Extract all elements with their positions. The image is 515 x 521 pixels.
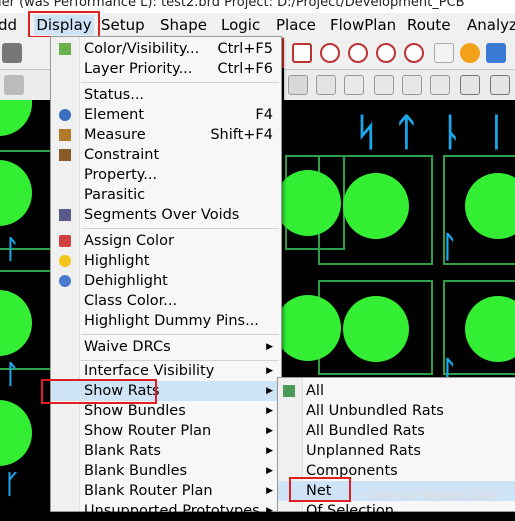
segments-icon [59, 209, 71, 221]
menu-item-parasitic[interactable]: Parasitic [51, 185, 281, 205]
silkscreen-mark: ᛚ [440, 230, 458, 265]
menu-setup[interactable]: Setup [101, 15, 145, 35]
pad [275, 295, 341, 361]
measure-icon [59, 129, 71, 141]
menu-analyze[interactable]: Analyze [467, 15, 515, 35]
redraw-icon[interactable] [434, 43, 454, 63]
text-icon[interactable] [402, 75, 422, 95]
menu-shape[interactable]: Shape [160, 15, 207, 35]
toolbar2-right [284, 70, 515, 101]
rats-all-icon [283, 385, 295, 397]
shape-icon[interactable] [288, 75, 308, 95]
route-icon[interactable] [374, 75, 394, 95]
menu-item-show-bundles[interactable]: Show Bundles ▶ [51, 401, 281, 421]
menu-item-status[interactable]: Status... [51, 85, 281, 105]
window-title: ler (was Performance L): test2.brd Proje… [0, 0, 465, 10]
menu-item-interface-visibility[interactable]: Interface Visibility ▶ [51, 361, 281, 381]
menu-item-class-color[interactable]: Class Color... [51, 291, 281, 311]
zoom-out-icon[interactable] [348, 43, 368, 63]
toolbar-left [0, 37, 50, 95]
element-info-icon [59, 109, 71, 121]
silkscreen-mark: ᚿ [440, 110, 463, 154]
submenu-arrow-icon: ▶ [266, 446, 273, 456]
submenu-item-all-bundled-rats[interactable]: All Bundled Rats [278, 421, 515, 441]
zoom-in-icon[interactable] [320, 43, 340, 63]
toolbar-arrow-icon[interactable] [2, 43, 22, 63]
menu-item-waive-drcs[interactable]: Waive DRCs ▶ [51, 337, 281, 357]
toolbar2-left [0, 70, 50, 101]
menu-item-assign-color[interactable]: Assign Color [51, 231, 281, 251]
submenu-arrow-icon: ▶ [266, 342, 273, 352]
constraint-icon [59, 149, 71, 161]
submenu-arrow-icon: ▶ [266, 406, 273, 416]
silkscreen-mark: ᛋ [355, 110, 378, 154]
menu-separator [81, 334, 279, 335]
menu-item-measure[interactable]: Measure Shift+F4 [51, 125, 281, 145]
via-icon[interactable] [344, 75, 364, 95]
submenu-item-all[interactable]: All [278, 381, 515, 401]
menu-item-layer-priority[interactable]: Layer Priority... Ctrl+F6 [51, 59, 281, 79]
menu-item-property[interactable]: Property... [51, 165, 281, 185]
menu-item-highlight-dummy-pins[interactable]: Highlight Dummy Pins... [51, 311, 281, 331]
menu-item-blank-router-plan[interactable]: Blank Router Plan ▶ [51, 481, 281, 501]
watermark: CSDN @守候鲸鱼开发团队 [366, 489, 500, 502]
toolbar-zoom [284, 37, 515, 70]
menu-item-dehighlight[interactable]: Dehighlight [51, 271, 281, 291]
menu-item-color-visibility[interactable]: Color/Visibility... Ctrl+F5 [51, 39, 281, 59]
measure-tool-icon[interactable] [490, 75, 510, 95]
menu-item-blank-rats[interactable]: Blank Rats ▶ [51, 441, 281, 461]
toolbar2-select-icon[interactable] [4, 75, 24, 95]
menu-item-element[interactable]: Element F4 [51, 105, 281, 125]
3d-view-icon[interactable] [486, 43, 506, 63]
pad [275, 170, 341, 236]
silkscreen-mark: ᛚ [4, 235, 20, 265]
pad [0, 100, 32, 136]
submenu-arrow-icon: ▶ [266, 466, 273, 476]
zoom-center-icon[interactable] [404, 43, 424, 63]
display-menu: Color/Visibility... Ctrl+F5 Layer Priori… [50, 36, 282, 519]
menu-item-blank-bundles[interactable]: Blank Bundles ▶ [51, 461, 281, 481]
color-grid-icon [59, 43, 71, 55]
menu-logic[interactable]: Logic [221, 15, 260, 35]
submenu-arrow-icon: ▶ [266, 506, 273, 516]
zoom-fit-icon[interactable] [292, 43, 312, 63]
menu-item-show-router-plan[interactable]: Show Router Plan ▶ [51, 421, 281, 441]
submenu-arrow-icon: ▶ [266, 386, 273, 396]
display-menu-annotation [28, 11, 100, 38]
net-annotation [289, 477, 351, 502]
silkscreen-mark: ᛚ [4, 360, 20, 390]
menu-item-highlight[interactable]: Highlight [51, 251, 281, 271]
menu-flowplan[interactable]: FlowPlan [330, 15, 396, 35]
silkscreen-mark: ᛏ [395, 110, 418, 154]
highlight-sun-icon [59, 255, 71, 267]
silkscreen-mark: ᚴ [4, 470, 20, 500]
refresh-icon[interactable] [460, 43, 480, 63]
zoom-world-icon[interactable] [376, 43, 396, 63]
submenu-arrow-icon: ▶ [266, 486, 273, 496]
menu-place[interactable]: Place [276, 15, 316, 35]
menu-item-constraint[interactable]: Constraint [51, 145, 281, 165]
silkscreen-mark: ᛁ [485, 110, 508, 154]
submenu-item-unplanned-rats[interactable]: Unplanned Rats [278, 441, 515, 461]
menu-separator [81, 228, 279, 229]
dehighlight-icon [59, 275, 71, 287]
pad [343, 296, 409, 362]
menu-add[interactable]: dd [0, 15, 17, 35]
submenu-arrow-icon: ▶ [266, 426, 273, 436]
paint-brush-icon [59, 235, 71, 247]
gloss-icon[interactable] [430, 75, 450, 95]
menu-item-segments-over-voids[interactable]: Segments Over Voids [51, 205, 281, 225]
pin-icon[interactable] [316, 75, 336, 95]
submenu-item-all-unbundled-rats[interactable]: All Unbundled Rats [278, 401, 515, 421]
menu-item-unsupported-prototypes[interactable]: Unsupported Prototypes ▶ [51, 501, 281, 521]
pad [343, 173, 409, 239]
swap-icon[interactable] [460, 75, 480, 95]
menu-route[interactable]: Route [407, 15, 451, 35]
menu-separator [81, 82, 279, 83]
show-rats-annotation [41, 379, 157, 404]
submenu-arrow-icon: ▶ [266, 366, 273, 376]
submenu-item-of-selection[interactable]: Of Selection [278, 501, 515, 521]
pad [0, 400, 32, 466]
